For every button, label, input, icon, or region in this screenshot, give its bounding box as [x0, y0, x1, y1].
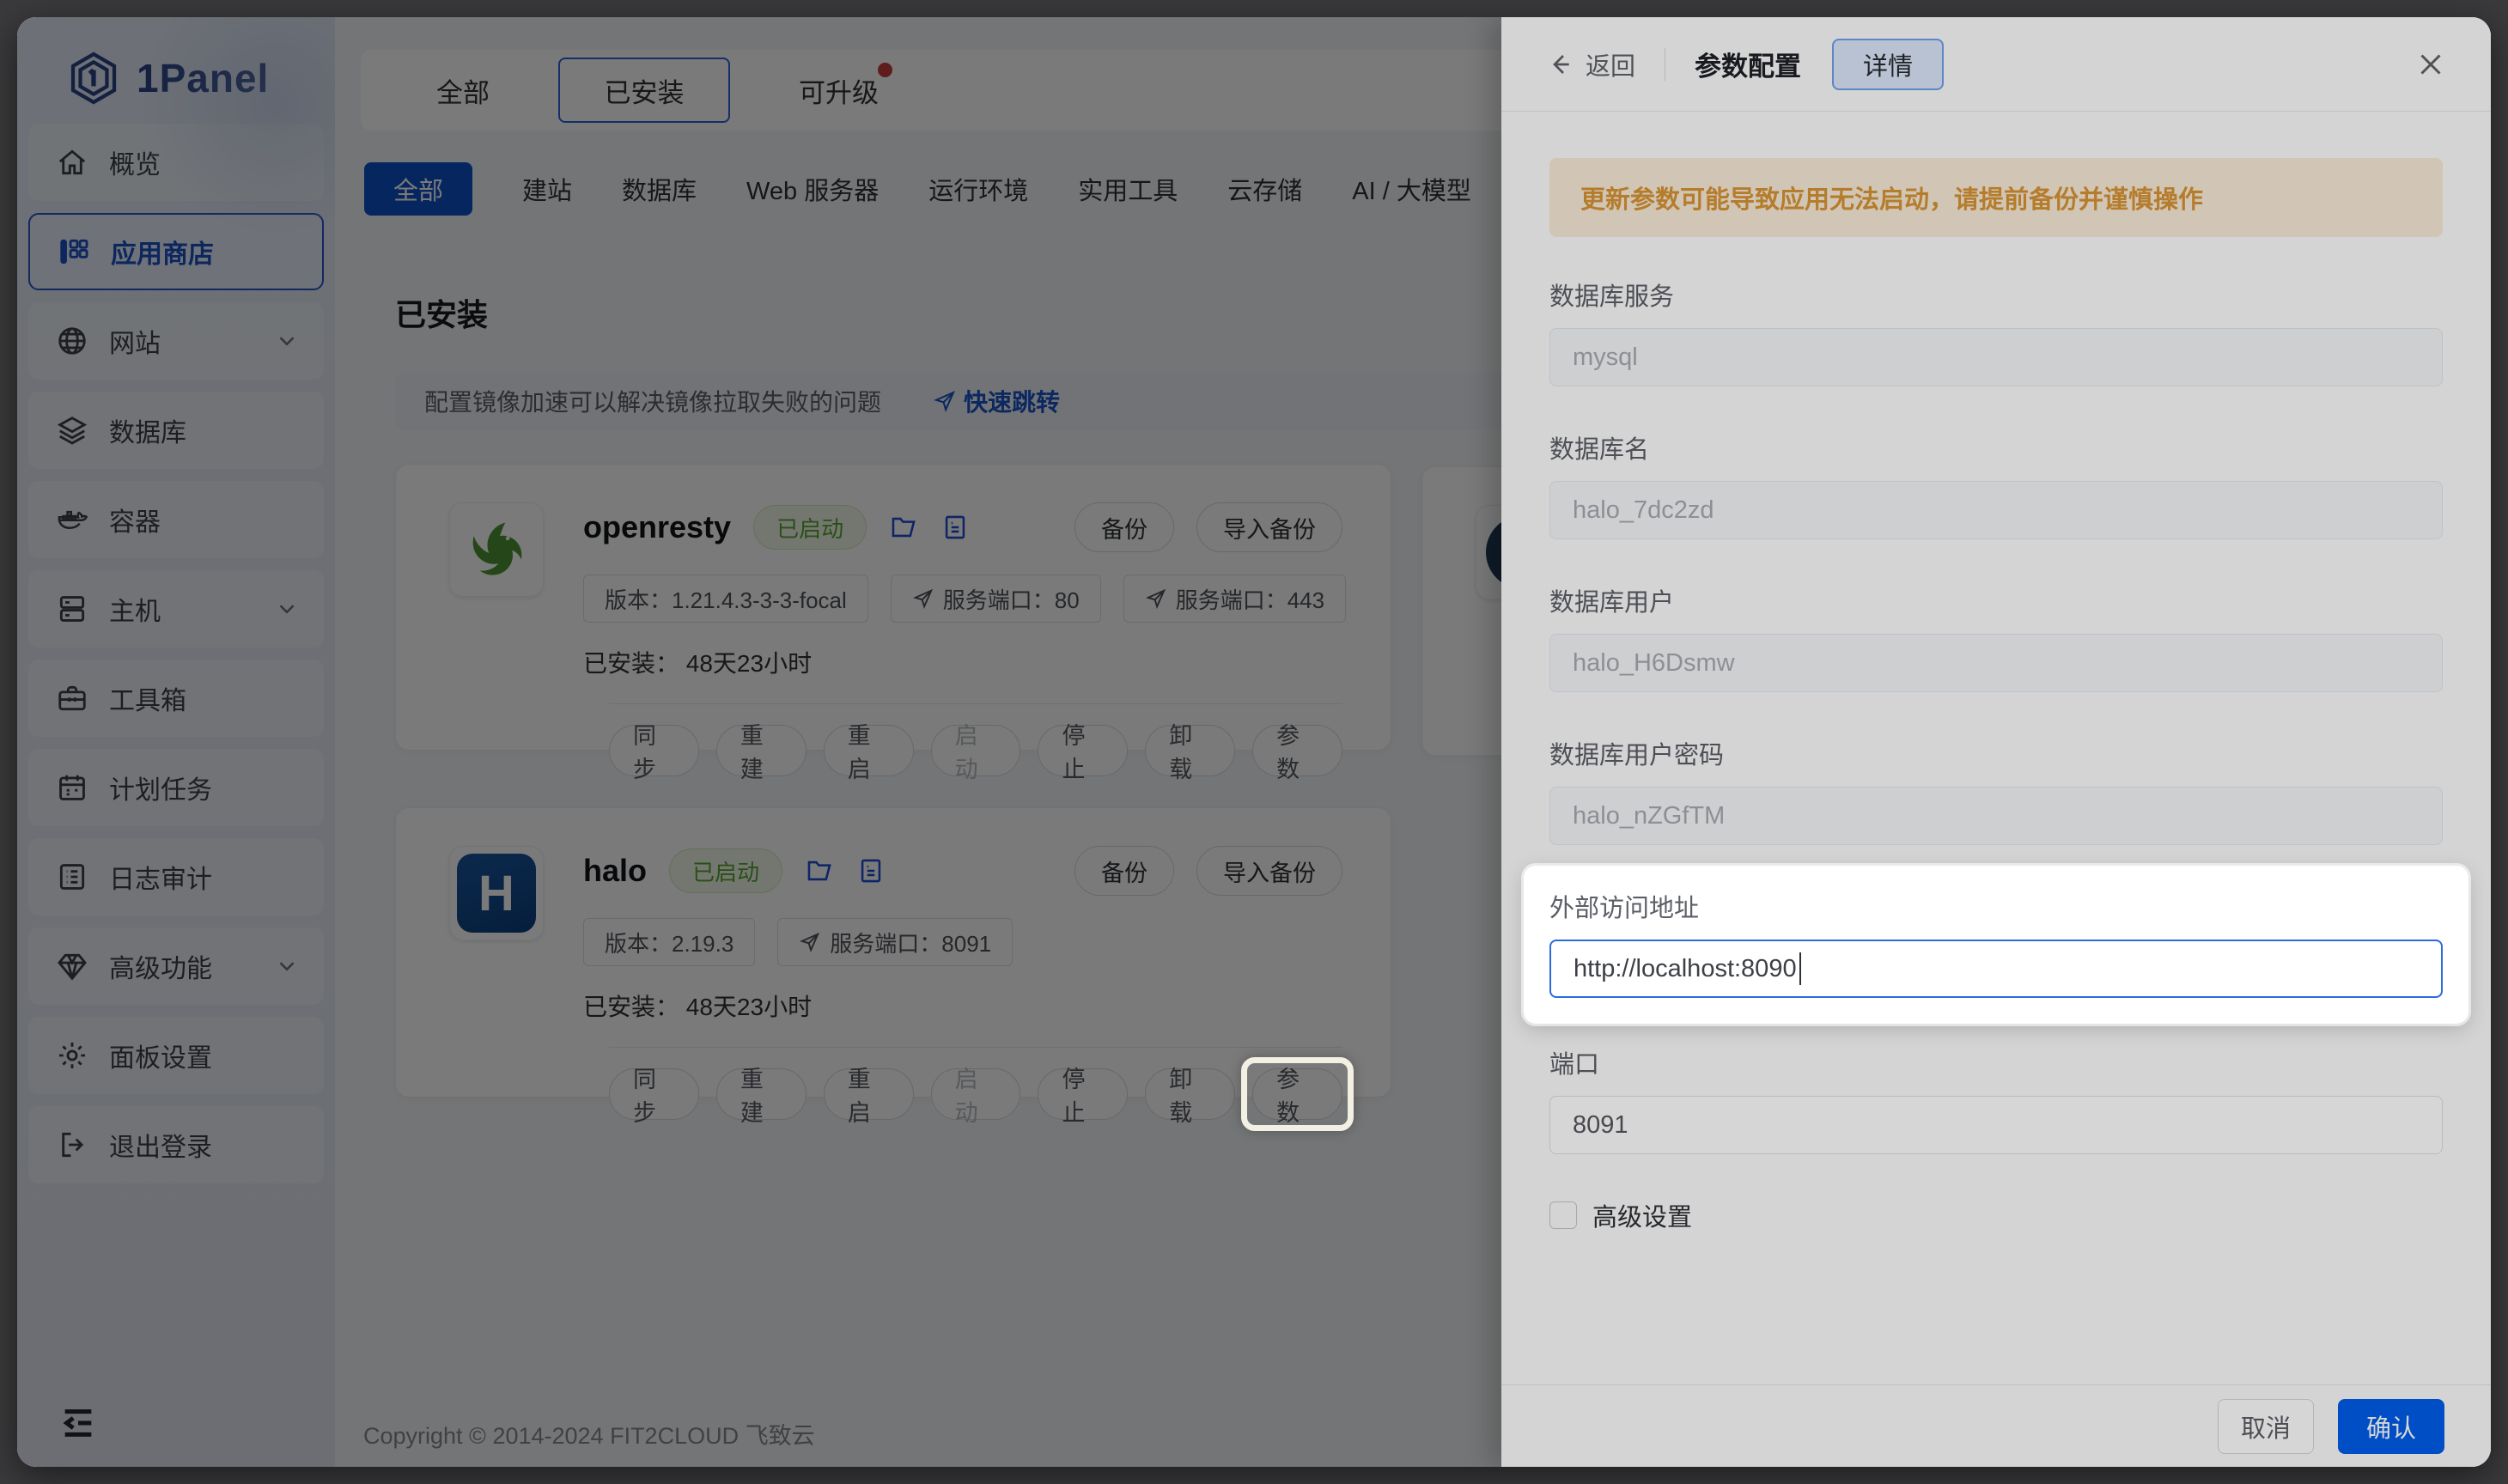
param-form: 数据库服务 mysql 数据库名 halo_7dc2zd 数据库用户 halo_…: [1549, 277, 2443, 1154]
field-input[interactable]: halo_7dc2zd: [1549, 481, 2443, 539]
drawer-footer: 取消 确认: [1501, 1384, 2491, 1467]
checkbox[interactable]: [1549, 1201, 1577, 1229]
close-icon[interactable]: [2415, 49, 2446, 80]
form-field: 端口 8091: [1549, 1044, 2443, 1154]
field-input[interactable]: halo_H6Dsmw: [1549, 634, 2443, 692]
field-label: 端口: [1549, 1044, 2443, 1080]
field-label: 数据库用户: [1549, 582, 2443, 618]
drawer-body: 更新参数可能导致应用无法启动，请提前备份并谨慎操作 数据库服务 mysql 数据…: [1501, 112, 2491, 1384]
modal-overlay: [17, 17, 1501, 1467]
form-field: 数据库服务 mysql: [1549, 277, 2443, 386]
form-field: 数据库用户 halo_H6Dsmw: [1549, 582, 2443, 692]
advanced-settings-toggle[interactable]: 高级设置: [1549, 1197, 2443, 1233]
back-button[interactable]: 返回: [1546, 46, 1635, 82]
warning-alert: 更新参数可能导致应用无法启动，请提前备份并谨慎操作: [1549, 158, 2443, 237]
param-config-drawer: 返回 参数配置 详情 更新参数可能导致应用无法启动，请提前备份并谨慎操作 数据库…: [1501, 17, 2491, 1467]
cancel-button[interactable]: 取消: [2218, 1399, 2314, 1454]
app-window: 1Panel 概览 应用商店 网站: [17, 17, 2491, 1467]
field-input[interactable]: 8091: [1549, 1096, 2443, 1154]
text-caret: [1799, 952, 1802, 985]
field-input[interactable]: mysql: [1549, 328, 2443, 386]
confirm-button[interactable]: 确认: [2338, 1399, 2444, 1454]
form-field: 数据库用户密码 halo_nZGfTM: [1549, 735, 2443, 845]
field-input[interactable]: http://localhost:8090: [1549, 940, 2443, 998]
back-arrow-icon: [1546, 51, 1574, 78]
drawer-header: 返回 参数配置 详情: [1501, 17, 2491, 112]
detail-button[interactable]: 详情: [1832, 39, 1944, 90]
drawer-title: 参数配置: [1695, 45, 1801, 83]
spotlight-ring: [1241, 1057, 1354, 1131]
field-label: 外部访问地址: [1549, 888, 2443, 924]
field-input[interactable]: halo_nZGfTM: [1549, 787, 2443, 845]
field-label: 数据库名: [1549, 429, 2443, 465]
field-label: 数据库服务: [1549, 277, 2443, 313]
form-field: 数据库名 halo_7dc2zd: [1549, 429, 2443, 539]
form-field: 外部访问地址 http://localhost:8090: [1524, 866, 2468, 1024]
field-label: 数据库用户密码: [1549, 735, 2443, 771]
